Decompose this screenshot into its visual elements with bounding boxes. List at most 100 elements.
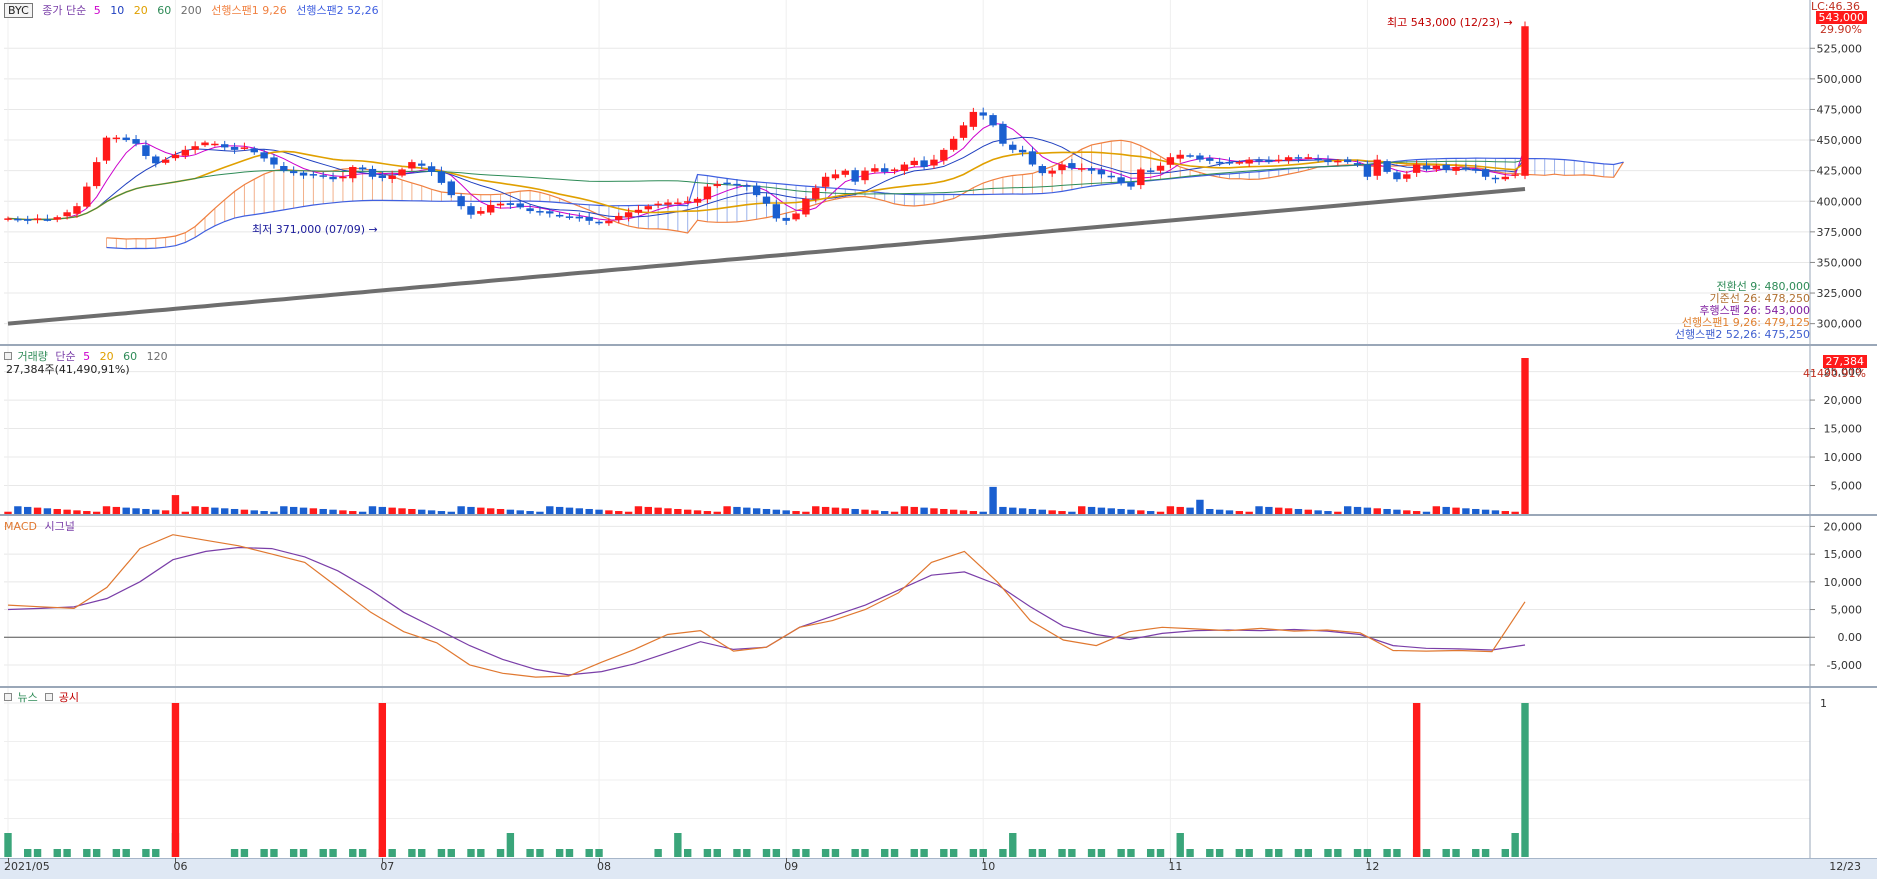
- candle: [634, 205, 643, 215]
- news-bar: [1422, 849, 1431, 857]
- news-bar: [447, 849, 455, 857]
- candle-body: [1028, 151, 1037, 165]
- candle-body: [1097, 169, 1106, 175]
- news-bar: [881, 849, 889, 857]
- volume-bar: [1432, 506, 1441, 514]
- pane-toggle-icon[interactable]: [4, 693, 12, 701]
- pane-separator[interactable]: [0, 686, 1877, 688]
- candle: [713, 180, 721, 188]
- candle-body: [861, 170, 869, 181]
- news-bar: [1393, 849, 1401, 857]
- low-annotation-text: 최저 371,000 (07/09): [252, 223, 366, 236]
- volume-bar: [812, 506, 820, 514]
- news-bar: [1304, 849, 1312, 857]
- candle: [477, 207, 485, 216]
- candle: [910, 157, 918, 167]
- candle: [230, 142, 239, 154]
- candle: [595, 219, 603, 226]
- vol-ma120-legend: 120: [146, 350, 168, 363]
- candle: [1166, 153, 1175, 169]
- candle: [792, 211, 800, 222]
- candle-body: [1314, 158, 1322, 161]
- candle: [83, 182, 91, 209]
- pane-toggle-icon[interactable]: [45, 693, 54, 701]
- candle-body: [792, 213, 800, 220]
- news-bar: [802, 849, 810, 857]
- volume-bar: [368, 506, 377, 514]
- candle: [388, 170, 396, 184]
- candle-body: [1196, 155, 1204, 160]
- news-bar: [142, 849, 150, 857]
- x-axis-tick: [382, 858, 384, 863]
- candle-body: [477, 211, 485, 214]
- candle: [1343, 156, 1352, 164]
- candle: [920, 156, 928, 170]
- volume-bar: [546, 506, 554, 514]
- candle-body: [1403, 174, 1411, 179]
- candle: [930, 154, 938, 169]
- volume-bar: [467, 506, 475, 514]
- candle: [1176, 149, 1184, 163]
- candle: [1412, 160, 1421, 177]
- candle: [43, 214, 52, 222]
- candle: [959, 122, 968, 141]
- volume-bar: [555, 506, 564, 514]
- candle: [940, 148, 948, 165]
- candle-body: [102, 137, 111, 161]
- volume-bar: [1521, 358, 1529, 514]
- news-bar: [506, 833, 515, 857]
- candle: [1225, 157, 1234, 166]
- candle: [1087, 166, 1096, 174]
- news-bar: [526, 849, 534, 857]
- pane-separator[interactable]: [0, 344, 1877, 346]
- candle-body: [1294, 157, 1303, 159]
- x-axis-bar[interactable]: [0, 858, 1877, 879]
- news-bar: [477, 849, 485, 857]
- pane-separator[interactable]: [0, 514, 1877, 516]
- candle-body: [1383, 161, 1391, 172]
- volume-bar: [1442, 506, 1450, 514]
- high-annotation-text: 최고 543,000 (12/23): [1387, 16, 1501, 29]
- news-bar: [1324, 849, 1332, 857]
- volume-bar: [14, 506, 22, 514]
- candle-body: [43, 219, 52, 221]
- volume-bar: [1078, 506, 1086, 514]
- candle-body: [871, 168, 879, 172]
- candle: [329, 172, 337, 182]
- news-bar: [260, 849, 268, 857]
- candle-body: [4, 218, 12, 220]
- news-bar: [1472, 849, 1480, 857]
- candle-body: [1324, 160, 1332, 163]
- symbol-box[interactable]: BYC: [4, 3, 33, 18]
- candle: [654, 201, 662, 208]
- price-y-tick-label: 325,000: [1817, 287, 1863, 300]
- news-bar: [408, 849, 416, 857]
- low-annotation: 최저 371,000 (07/09) →: [252, 221, 378, 237]
- volume-bar: [457, 506, 465, 514]
- pane-toggle-icon[interactable]: [4, 352, 12, 360]
- candle: [782, 213, 790, 225]
- news-bar: [674, 833, 682, 857]
- candle: [752, 183, 761, 197]
- candle-body: [1058, 164, 1066, 171]
- candle-body: [949, 138, 958, 150]
- news-bar: [1245, 849, 1253, 857]
- volume-bar: [1166, 506, 1175, 514]
- news-bar: [92, 849, 101, 857]
- candle-body: [1087, 168, 1096, 171]
- news-bar: [1353, 849, 1362, 857]
- candle: [1127, 177, 1135, 190]
- disclosure-bar: [171, 703, 180, 857]
- candle-body: [516, 203, 524, 208]
- candle-body: [92, 162, 101, 187]
- volume-bar: [644, 506, 652, 514]
- candle: [585, 212, 593, 225]
- price-y-tick-label: 500,000: [1817, 73, 1863, 86]
- candle-body: [486, 204, 495, 213]
- volume-bar: [1255, 506, 1263, 514]
- news-bar: [890, 849, 899, 857]
- news-bar: [1235, 849, 1244, 857]
- news-bar: [1265, 849, 1273, 857]
- candle-body: [1412, 164, 1421, 173]
- candle: [181, 145, 190, 160]
